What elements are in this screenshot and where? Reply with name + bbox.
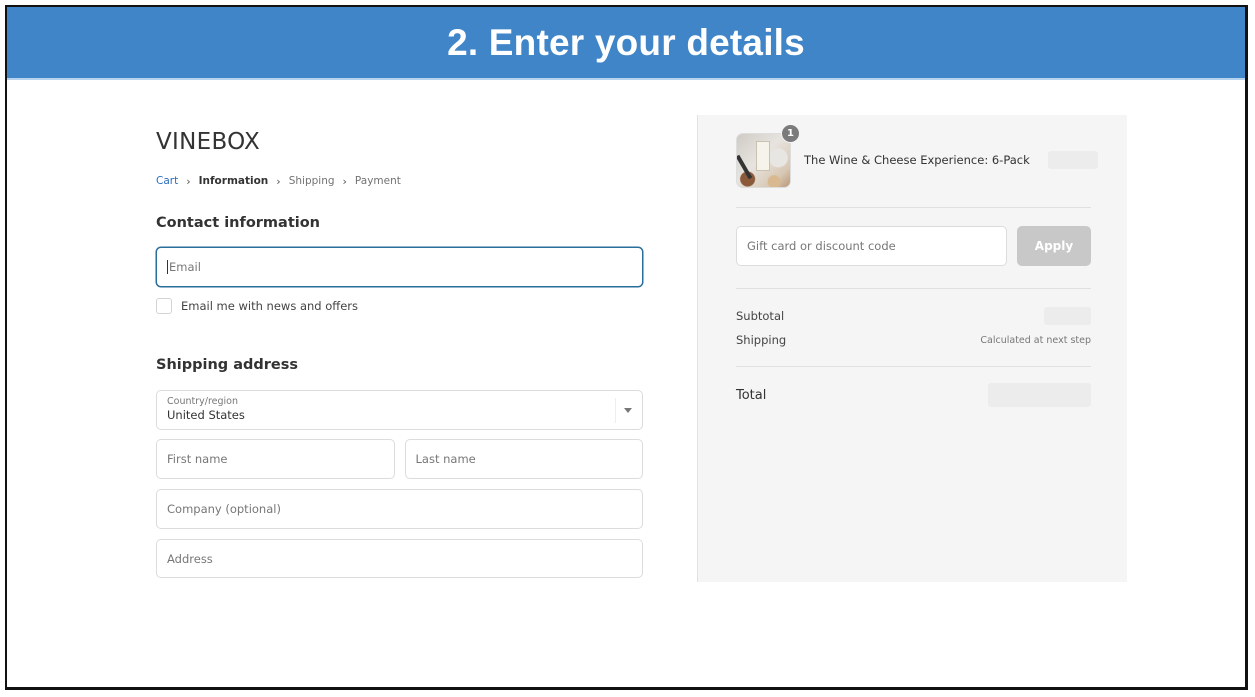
select-divider bbox=[615, 398, 616, 423]
email-field[interactable]: Email bbox=[156, 247, 643, 287]
newsletter-label[interactable]: Email me with news and offers bbox=[181, 299, 358, 313]
address-placeholder: Address bbox=[167, 551, 213, 566]
divider bbox=[736, 366, 1091, 367]
shipping-label: Shipping bbox=[736, 333, 787, 347]
total-placeholder bbox=[988, 383, 1091, 407]
breadcrumb: Cart › Information › Shipping › Payment bbox=[156, 173, 644, 189]
first-name-field[interactable]: First name bbox=[156, 439, 395, 479]
first-name-placeholder: First name bbox=[167, 452, 228, 466]
newsletter-option[interactable]: Email me with news and offers bbox=[156, 298, 644, 314]
breadcrumb-information: Information bbox=[198, 175, 269, 187]
contact-information-heading: Contact information bbox=[156, 215, 321, 231]
store-logo[interactable]: VINEBOX bbox=[156, 129, 644, 161]
subtotal-row: Subtotal bbox=[736, 307, 1091, 325]
chevron-right-icon: › bbox=[342, 174, 347, 188]
shipping-note: Calculated at next step bbox=[980, 334, 1091, 346]
last-name-field[interactable]: Last name bbox=[404, 439, 643, 479]
discount-code-input[interactable]: Gift card or discount code bbox=[736, 226, 1007, 266]
breadcrumb-payment: Payment bbox=[354, 175, 401, 187]
subtotal-label: Subtotal bbox=[736, 309, 785, 323]
divider bbox=[736, 207, 1091, 208]
shipping-row: Shipping Calculated at next step bbox=[736, 333, 1091, 347]
quantity-badge: 1 bbox=[781, 124, 800, 143]
name-row: First name Last name bbox=[156, 439, 643, 479]
country-select[interactable]: Country/region United States bbox=[156, 390, 643, 430]
apply-button[interactable]: Apply bbox=[1017, 226, 1091, 266]
chevron-right-icon: › bbox=[186, 174, 191, 188]
slide-frame: 2. Enter your details VINEBOX Cart › Inf… bbox=[5, 5, 1248, 690]
total-label: Total bbox=[736, 387, 767, 403]
divider bbox=[736, 288, 1091, 289]
last-name-placeholder: Last name bbox=[415, 452, 476, 466]
subtotal-placeholder bbox=[1044, 307, 1091, 325]
step-banner: 2. Enter your details bbox=[7, 7, 1245, 80]
product-thumbnail bbox=[736, 133, 791, 188]
product-box-graphic bbox=[756, 141, 770, 171]
text-caret bbox=[167, 260, 168, 274]
total-row: Total bbox=[736, 383, 1091, 407]
email-placeholder: Email bbox=[169, 260, 201, 274]
discount-placeholder: Gift card or discount code bbox=[747, 239, 896, 253]
product-bottle-graphic bbox=[737, 154, 753, 180]
country-label: Country/region bbox=[167, 396, 238, 407]
chevron-right-icon: › bbox=[276, 174, 281, 188]
product-line-item: 1 The Wine & Cheese Experience: 6-Pack bbox=[736, 124, 1098, 188]
company-placeholder: Company (optional) bbox=[167, 502, 281, 516]
shipping-address-heading: Shipping address bbox=[156, 357, 299, 373]
country-value: United States bbox=[167, 408, 245, 422]
banner-title: 2. Enter your details bbox=[447, 21, 805, 63]
order-summary: 1 The Wine & Cheese Experience: 6-Pack G… bbox=[697, 115, 1127, 582]
product-name: The Wine & Cheese Experience: 6-Pack bbox=[804, 153, 1030, 167]
checkout-form: VINEBOX Cart › Information › Shipping › … bbox=[156, 117, 644, 578]
newsletter-checkbox[interactable] bbox=[156, 298, 172, 314]
address-field[interactable]: Address bbox=[156, 539, 643, 578]
breadcrumb-cart[interactable]: Cart bbox=[156, 175, 178, 187]
discount-row: Gift card or discount code Apply bbox=[736, 226, 1091, 266]
breadcrumb-shipping: Shipping bbox=[288, 175, 335, 187]
chevron-down-icon[interactable] bbox=[624, 408, 632, 413]
company-field[interactable]: Company (optional) bbox=[156, 489, 643, 529]
price-placeholder bbox=[1048, 151, 1098, 169]
